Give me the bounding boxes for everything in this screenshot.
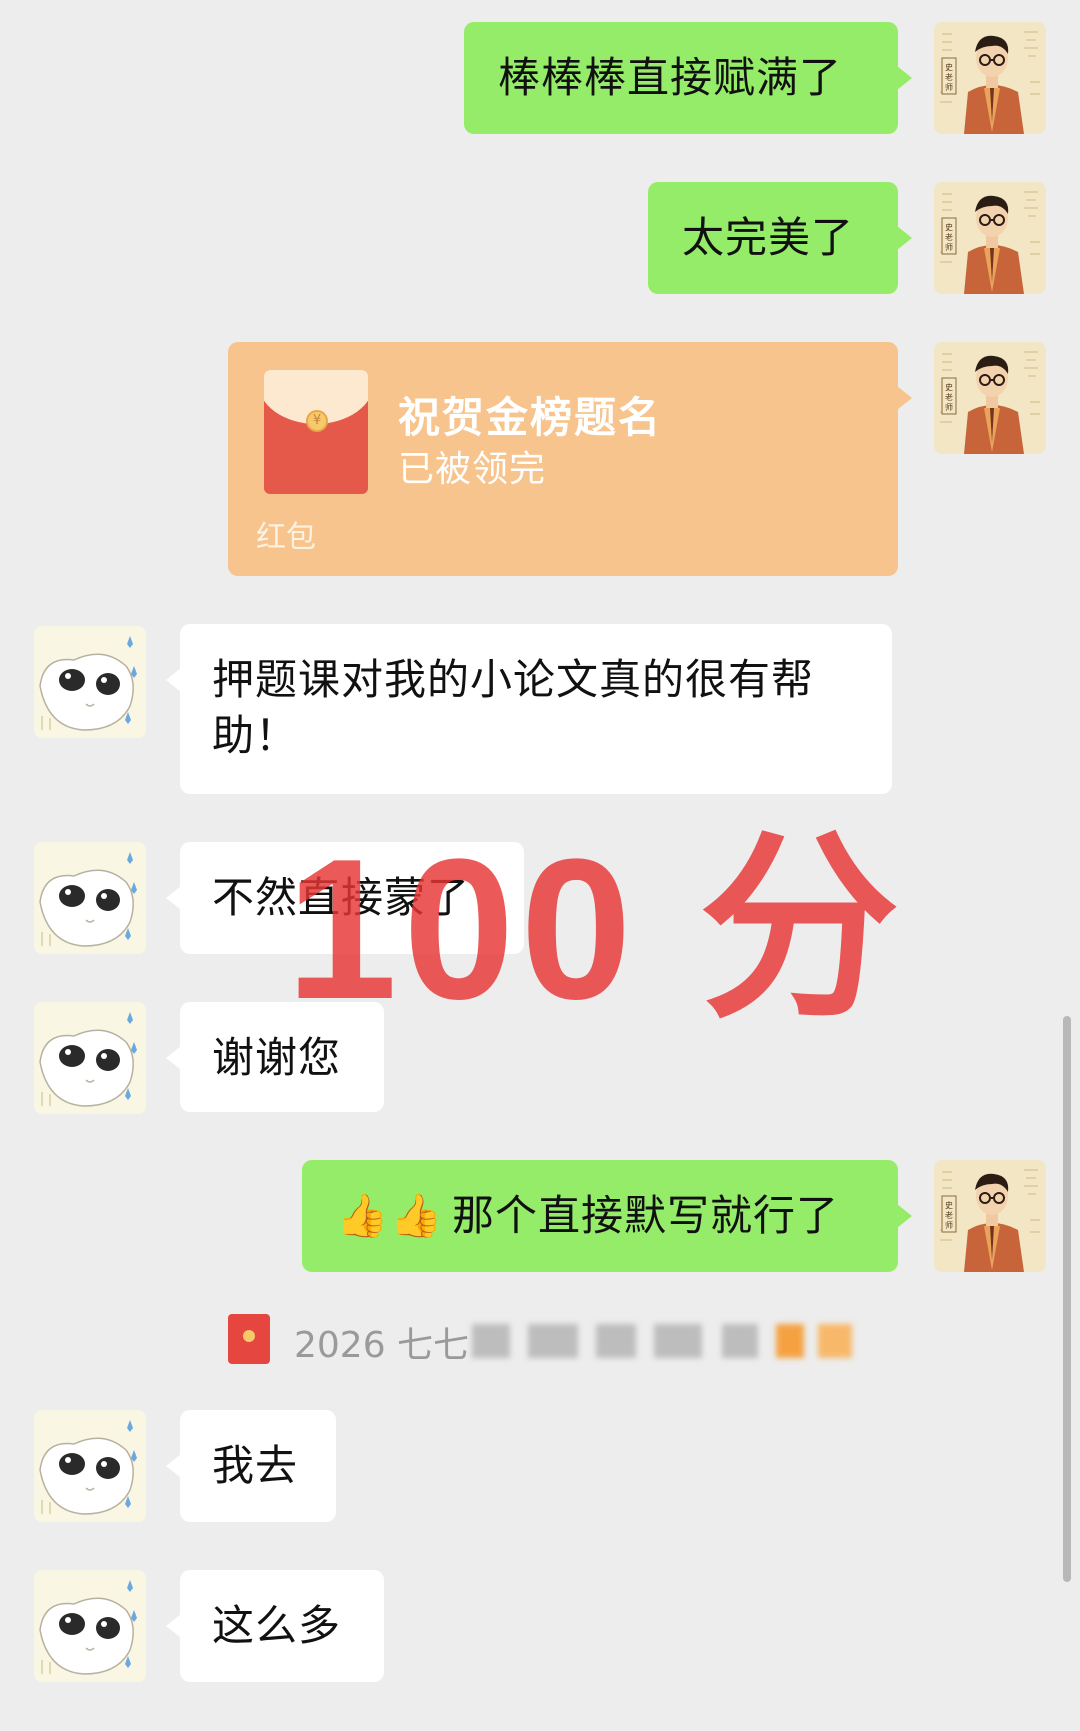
student-avatar-icon[interactable]	[34, 1410, 146, 1522]
message-text: 太完美了	[682, 213, 855, 262]
student-avatar-icon[interactable]	[34, 1570, 146, 1682]
blurred-region	[472, 1324, 510, 1358]
blurred-region	[528, 1324, 578, 1358]
message-text: 我去	[212, 1441, 299, 1490]
red-packet-status: 已被领完	[398, 449, 547, 490]
red-packet-footer: 红包	[256, 520, 316, 555]
scrollbar[interactable]	[1063, 1016, 1071, 1582]
sent-message-bubble[interactable]: 太完美了	[648, 182, 912, 294]
message-text: 棒棒棒直接赋满了	[498, 53, 843, 102]
score-overlay-text: 100 分	[286, 818, 906, 1041]
red-packet-icon	[228, 1314, 270, 1364]
received-message-bubble[interactable]: 押题课对我的小论文真的很有帮助！	[166, 624, 892, 794]
teacher-avatar-icon[interactable]	[934, 22, 1046, 134]
red-packet-card[interactable]: ¥ 祝贺金榜题名 已被领完 红包	[228, 342, 912, 576]
coin-icon: ¥	[306, 410, 328, 432]
notice-text: 2026 七七	[294, 1325, 470, 1366]
thumbs-up-icon: 👍👍	[336, 1191, 445, 1240]
blurred-region	[596, 1324, 636, 1358]
message-text: 押题课对我的小论文真的很有帮助！	[212, 655, 815, 760]
blurred-region	[722, 1324, 758, 1358]
red-packet-icon: ¥	[264, 370, 368, 494]
message-text: 这么多	[212, 1601, 342, 1650]
received-message-bubble[interactable]: 我去	[166, 1410, 336, 1522]
student-avatar-icon[interactable]	[34, 1002, 146, 1114]
blurred-region	[818, 1324, 852, 1358]
student-avatar-icon[interactable]	[34, 842, 146, 954]
teacher-avatar-icon[interactable]	[934, 342, 1046, 454]
teacher-avatar-icon[interactable]	[934, 182, 1046, 294]
student-avatar-icon[interactable]	[34, 626, 146, 738]
received-message-bubble[interactable]: 这么多	[166, 1570, 384, 1682]
teacher-avatar-icon[interactable]	[934, 1160, 1046, 1272]
red-packet-title: 祝贺金榜题名	[398, 393, 663, 442]
blurred-region	[654, 1324, 702, 1358]
sent-message-bubble[interactable]: 👍👍 那个直接默写就行了	[302, 1160, 912, 1272]
message-text: 那个直接默写就行了	[452, 1191, 840, 1240]
blurred-region	[776, 1324, 804, 1358]
sent-message-bubble[interactable]: 棒棒棒直接赋满了	[464, 22, 912, 134]
